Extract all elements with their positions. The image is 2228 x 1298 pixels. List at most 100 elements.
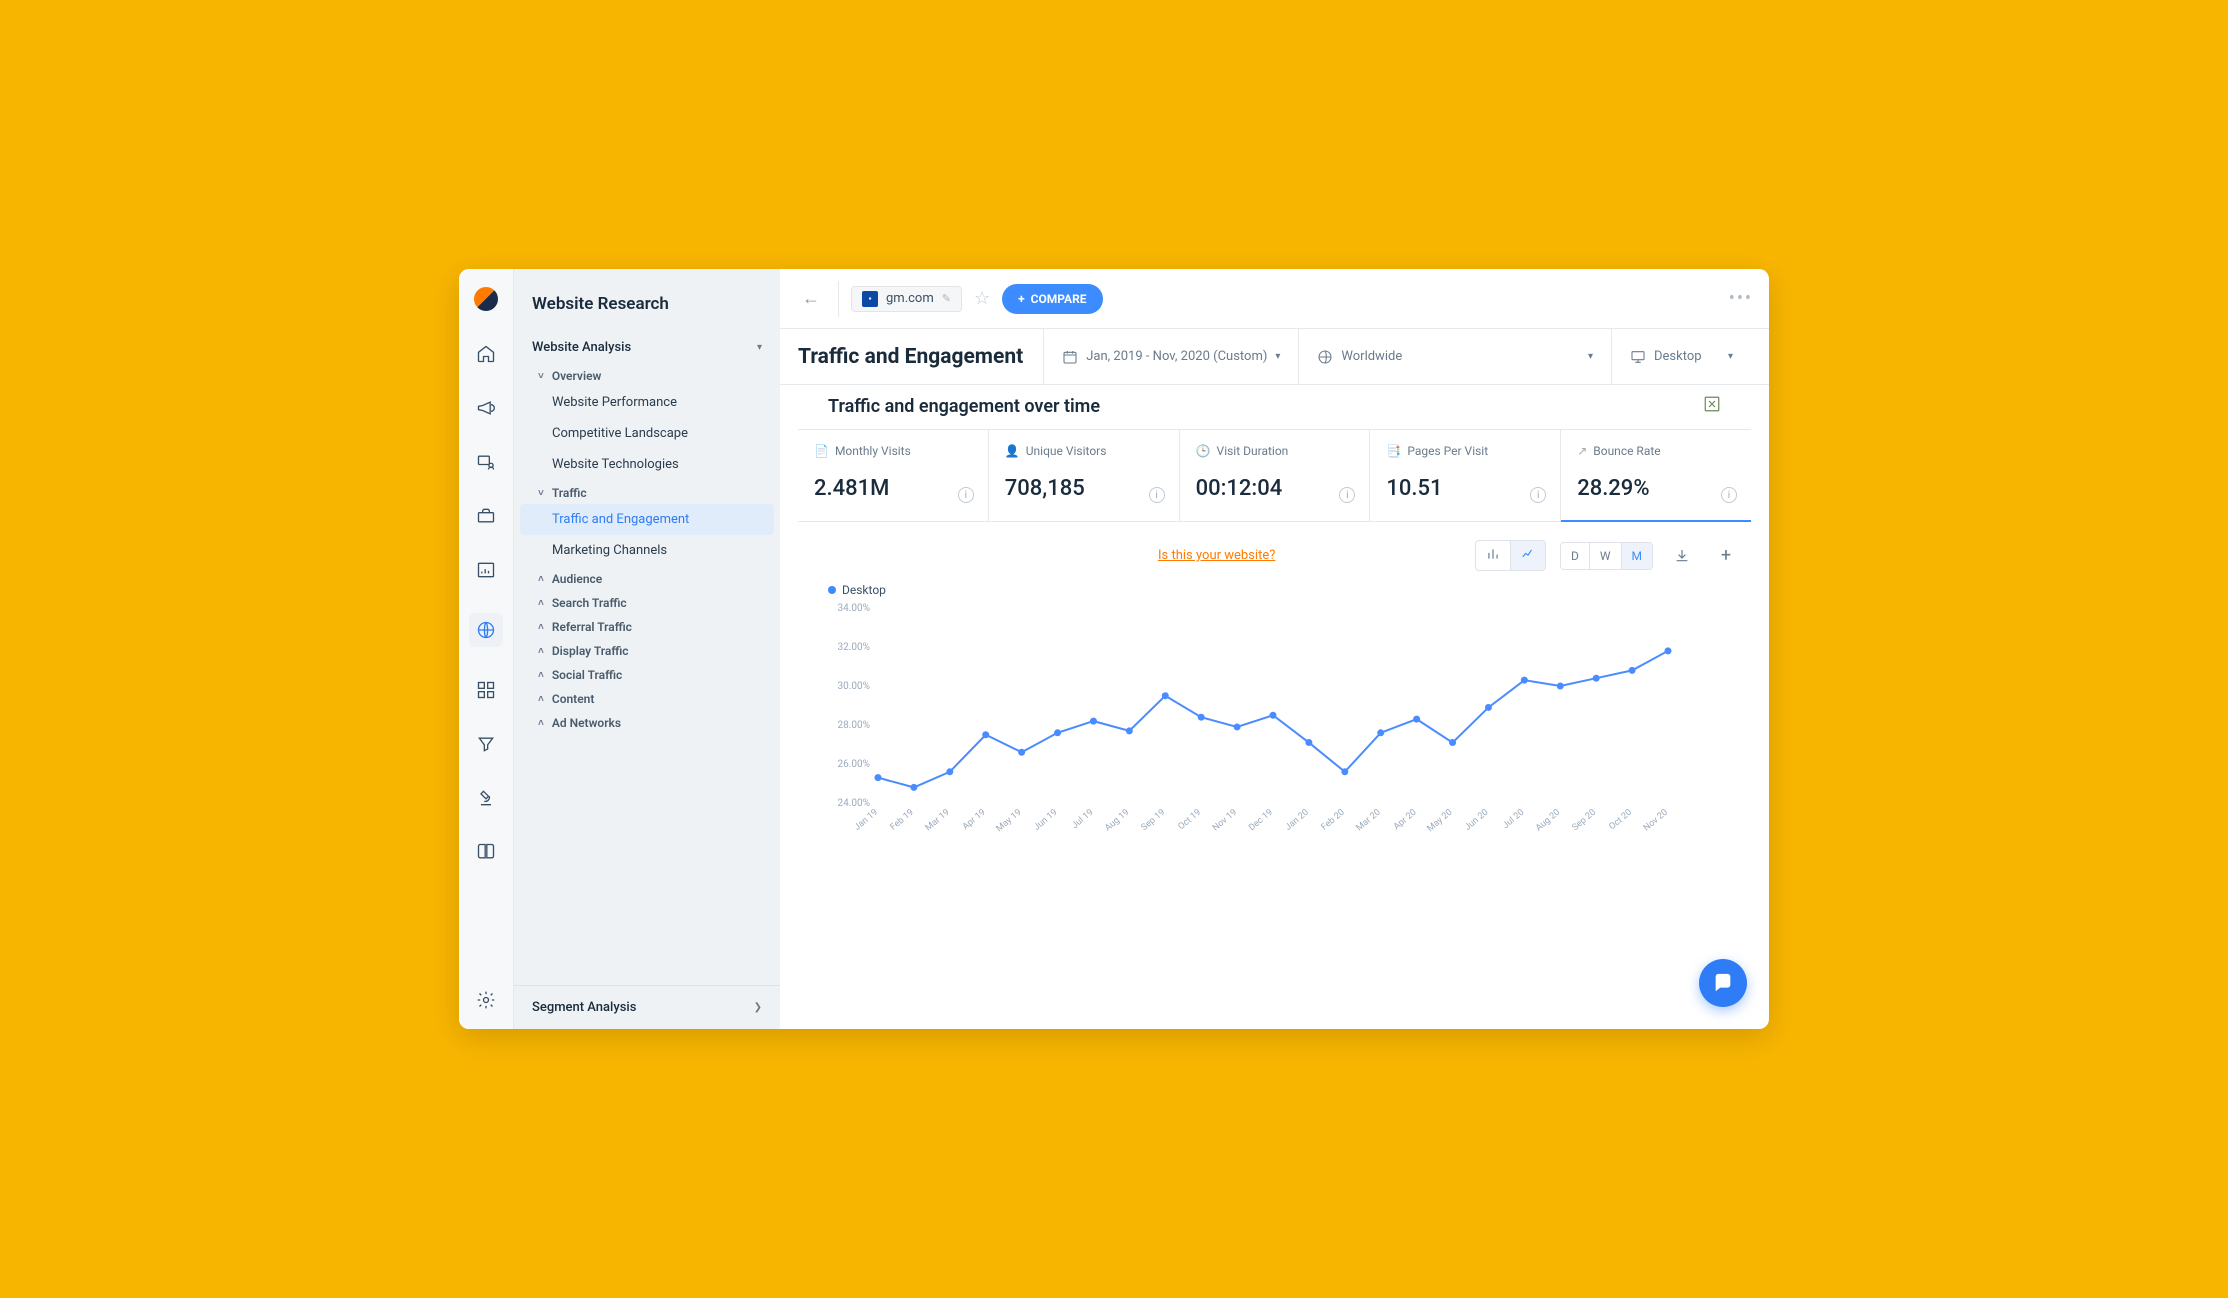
legend-label: Desktop [842, 583, 886, 597]
nav-item-website-technologies[interactable]: Website Technologies [514, 449, 780, 480]
group-label: Social Traffic [552, 668, 622, 682]
chevron-down-icon: ▾ [1728, 351, 1733, 362]
apps-icon[interactable] [475, 679, 497, 701]
nav-group-display-traffic[interactable]: ˄Display Traffic [514, 638, 780, 662]
app-title: Website Research [514, 269, 780, 332]
nav-item-competitive-landscape[interactable]: Competitive Landscape [514, 418, 780, 449]
app-logo-icon [474, 287, 498, 311]
download-icon[interactable] [1667, 541, 1697, 571]
metric-unique-visitors[interactable]: 👤Unique Visitors708,185i [989, 430, 1180, 521]
svg-text:30.00%: 30.00% [838, 681, 870, 692]
app-window: Website Research Website Analysis ▾ ˅ Ove… [459, 269, 1769, 1029]
metrics-row: 📄Monthly Visits2.481Mi👤Unique Visitors70… [798, 429, 1751, 522]
region-picker[interactable]: Worldwide ▾ [1298, 329, 1611, 384]
compare-label: COMPARE [1031, 292, 1087, 306]
site-input[interactable]: ▪ gm.com ✎ [851, 286, 962, 312]
megaphone-icon[interactable] [475, 397, 497, 419]
metric-label: Bounce Rate [1593, 444, 1660, 458]
group-label: Search Traffic [552, 596, 627, 610]
granularity-m[interactable]: M [1622, 543, 1652, 569]
svg-text:Aug 19: Aug 19 [1103, 808, 1131, 834]
add-icon[interactable]: + [1711, 541, 1741, 571]
svg-text:Sep 19: Sep 19 [1140, 808, 1168, 833]
metric-value: 28.29% [1577, 476, 1735, 501]
chevron-icon: ˄ [538, 598, 544, 609]
section-segment-analysis[interactable]: Segment Analysis ❯ [514, 985, 780, 1029]
nav-group-overview[interactable]: ˅ Overview [514, 363, 780, 387]
briefcase-icon[interactable] [475, 505, 497, 527]
claim-website-link[interactable]: Is this your website? [1158, 548, 1275, 563]
svg-text:Aug 20: Aug 20 [1534, 808, 1562, 834]
date-range-picker[interactable]: Jan, 2019 - Nov, 2020 (Custom) ▾ [1043, 329, 1298, 384]
page-title: Traffic and Engagement [798, 345, 1023, 369]
svg-text:Apr 20: Apr 20 [1392, 808, 1419, 833]
export-excel-icon[interactable] [1703, 395, 1721, 417]
panel-title: Traffic and engagement over time [828, 396, 1100, 417]
metric-label: Unique Visitors [1026, 444, 1107, 458]
nav-group-audience[interactable]: ˄Audience [514, 566, 780, 590]
chart: 24.00%26.00%28.00%30.00%32.00%34.00%Jan … [818, 603, 1751, 883]
svg-text:Dec 19: Dec 19 [1247, 808, 1275, 833]
dashboard-icon[interactable] [475, 559, 497, 581]
metric-pages-per-visit[interactable]: 📑Pages Per Visit10.51i [1370, 430, 1561, 521]
metric-label: Visit Duration [1217, 444, 1289, 458]
microscope-icon[interactable] [475, 787, 497, 809]
chevron-icon: ˄ [538, 622, 544, 633]
chevron-icon: ˅ [538, 371, 544, 382]
nav-item-website-performance[interactable]: Website Performance [514, 387, 780, 418]
device-users-icon[interactable] [475, 451, 497, 473]
content: Traffic and engagement over time 📄Monthl… [780, 385, 1769, 1029]
domain-label: gm.com [886, 291, 934, 306]
nav-group-content[interactable]: ˄Content [514, 686, 780, 710]
nav-group-ad-networks[interactable]: ˄Ad Networks [514, 710, 780, 734]
granularity-d[interactable]: D [1561, 543, 1590, 569]
nav-item-traffic-and-engagement[interactable]: Traffic and Engagement [520, 504, 774, 535]
star-icon[interactable]: ☆ [974, 288, 990, 309]
compare-button[interactable]: + COMPARE [1002, 284, 1102, 314]
chevron-down-icon: ▾ [1588, 351, 1593, 362]
nav-group-referral-traffic[interactable]: ˄Referral Traffic [514, 614, 780, 638]
settings-icon[interactable] [475, 989, 497, 1011]
section-label: Website Analysis [532, 340, 631, 355]
svg-text:Feb 20: Feb 20 [1320, 808, 1347, 833]
metric-value: 2.481M [814, 476, 972, 501]
back-button[interactable]: ← [796, 284, 826, 314]
funnel-icon[interactable] [475, 733, 497, 755]
nav-group-traffic[interactable]: ˅Traffic [514, 480, 780, 504]
nav-group-social-traffic[interactable]: ˄ Social Traffic [514, 662, 780, 686]
more-icon[interactable]: ••• [1729, 288, 1753, 309]
section-website-analysis[interactable]: Website Analysis ▾ [514, 332, 780, 363]
info-icon[interactable]: i [1721, 487, 1737, 503]
svg-text:Feb 19: Feb 19 [889, 808, 916, 833]
chevron-right-icon: ❯ [754, 1002, 762, 1013]
line-chart-icon[interactable] [1511, 541, 1545, 570]
pencil-icon[interactable]: ✎ [942, 292, 951, 305]
group-label: Overview [552, 369, 602, 383]
svg-text:Jun 20: Jun 20 [1463, 808, 1490, 833]
metric-value: 00:12:04 [1196, 476, 1354, 501]
group-label: Traffic [552, 486, 587, 500]
svg-text:Oct 19: Oct 19 [1177, 808, 1204, 833]
nav-group-search-traffic[interactable]: ˄ Search Traffic [514, 590, 780, 614]
home-icon[interactable] [475, 343, 497, 365]
svg-text:Nov 19: Nov 19 [1211, 808, 1239, 834]
topbar: ← ▪ gm.com ✎ ☆ + COMPARE ••• [780, 269, 1769, 329]
book-icon[interactable] [475, 841, 497, 863]
chevron-icon: ˄ [538, 670, 544, 681]
nav-item-marketing-channels[interactable]: Marketing Channels [514, 535, 780, 566]
granularity-w[interactable]: W [1590, 543, 1622, 569]
metric-visit-duration[interactable]: 🕒Visit Duration00:12:04i [1180, 430, 1371, 521]
chat-icon [1712, 972, 1734, 994]
device-picker[interactable]: Desktop ▾ [1611, 329, 1751, 384]
info-icon[interactable]: i [1149, 487, 1165, 503]
info-icon[interactable]: i [958, 487, 974, 503]
metric-monthly-visits[interactable]: 📄Monthly Visits2.481Mi [798, 430, 989, 521]
chat-fab[interactable] [1699, 959, 1747, 1007]
metric-value: 10.51 [1386, 476, 1544, 501]
chevron-icon: ˄ [538, 694, 544, 705]
chevron-icon: ˄ [538, 646, 544, 657]
bar-chart-icon[interactable] [1476, 541, 1511, 570]
globe-icon[interactable] [469, 613, 503, 647]
metric-label: Pages Per Visit [1407, 444, 1488, 458]
metric-bounce-rate[interactable]: ↗Bounce Rate28.29%i [1561, 430, 1751, 521]
